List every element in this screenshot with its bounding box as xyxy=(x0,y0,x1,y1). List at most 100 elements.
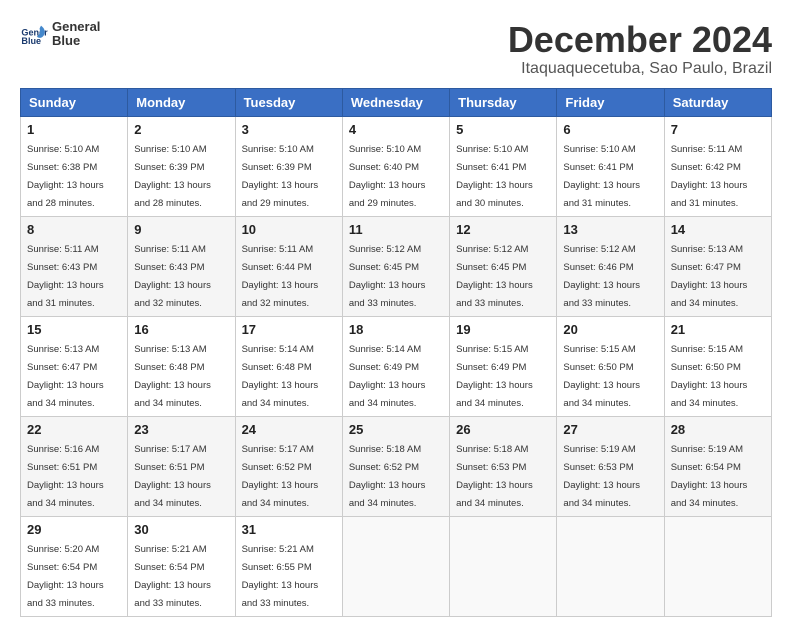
day-info: Sunrise: 5:10 AMSunset: 6:38 PMDaylight:… xyxy=(27,144,104,209)
day-number: 14 xyxy=(671,222,765,237)
calendar-cell: 11 Sunrise: 5:12 AMSunset: 6:45 PMDaylig… xyxy=(342,216,449,316)
calendar-cell: 24 Sunrise: 5:17 AMSunset: 6:52 PMDaylig… xyxy=(235,416,342,516)
calendar-cell: 22 Sunrise: 5:16 AMSunset: 6:51 PMDaylig… xyxy=(21,416,128,516)
calendar-cell xyxy=(664,516,771,616)
calendar-cell: 26 Sunrise: 5:18 AMSunset: 6:53 PMDaylig… xyxy=(450,416,557,516)
weekday-header-monday: Monday xyxy=(128,88,235,116)
calendar-cell: 5 Sunrise: 5:10 AMSunset: 6:41 PMDayligh… xyxy=(450,116,557,216)
calendar-cell: 31 Sunrise: 5:21 AMSunset: 6:55 PMDaylig… xyxy=(235,516,342,616)
day-info: Sunrise: 5:15 AMSunset: 6:49 PMDaylight:… xyxy=(456,344,533,409)
day-number: 17 xyxy=(242,322,336,337)
calendar-cell: 9 Sunrise: 5:11 AMSunset: 6:43 PMDayligh… xyxy=(128,216,235,316)
calendar-cell: 14 Sunrise: 5:13 AMSunset: 6:47 PMDaylig… xyxy=(664,216,771,316)
weekday-header-wednesday: Wednesday xyxy=(342,88,449,116)
day-info: Sunrise: 5:14 AMSunset: 6:48 PMDaylight:… xyxy=(242,344,319,409)
day-info: Sunrise: 5:14 AMSunset: 6:49 PMDaylight:… xyxy=(349,344,426,409)
calendar-week-4: 22 Sunrise: 5:16 AMSunset: 6:51 PMDaylig… xyxy=(21,416,772,516)
calendar-cell: 19 Sunrise: 5:15 AMSunset: 6:49 PMDaylig… xyxy=(450,316,557,416)
day-info: Sunrise: 5:19 AMSunset: 6:53 PMDaylight:… xyxy=(563,444,640,509)
calendar-cell: 28 Sunrise: 5:19 AMSunset: 6:54 PMDaylig… xyxy=(664,416,771,516)
day-info: Sunrise: 5:13 AMSunset: 6:47 PMDaylight:… xyxy=(27,344,104,409)
month-title: December 2024 xyxy=(508,20,772,60)
title-area: December 2024 Itaquaquecetuba, Sao Paulo… xyxy=(508,20,772,78)
day-info: Sunrise: 5:11 AMSunset: 6:42 PMDaylight:… xyxy=(671,144,748,209)
day-number: 31 xyxy=(242,522,336,537)
day-info: Sunrise: 5:11 AMSunset: 6:43 PMDaylight:… xyxy=(134,244,211,309)
calendar-cell: 30 Sunrise: 5:21 AMSunset: 6:54 PMDaylig… xyxy=(128,516,235,616)
calendar-week-1: 1 Sunrise: 5:10 AMSunset: 6:38 PMDayligh… xyxy=(21,116,772,216)
calendar-cell: 8 Sunrise: 5:11 AMSunset: 6:43 PMDayligh… xyxy=(21,216,128,316)
day-info: Sunrise: 5:12 AMSunset: 6:45 PMDaylight:… xyxy=(456,244,533,309)
day-number: 13 xyxy=(563,222,657,237)
day-number: 30 xyxy=(134,522,228,537)
day-info: Sunrise: 5:13 AMSunset: 6:48 PMDaylight:… xyxy=(134,344,211,409)
calendar-cell: 23 Sunrise: 5:17 AMSunset: 6:51 PMDaylig… xyxy=(128,416,235,516)
calendar-cell xyxy=(450,516,557,616)
day-number: 6 xyxy=(563,122,657,137)
day-info: Sunrise: 5:10 AMSunset: 6:40 PMDaylight:… xyxy=(349,144,426,209)
day-number: 28 xyxy=(671,422,765,437)
day-info: Sunrise: 5:18 AMSunset: 6:53 PMDaylight:… xyxy=(456,444,533,509)
day-number: 29 xyxy=(27,522,121,537)
calendar-cell xyxy=(342,516,449,616)
day-number: 16 xyxy=(134,322,228,337)
day-info: Sunrise: 5:15 AMSunset: 6:50 PMDaylight:… xyxy=(563,344,640,409)
calendar-cell xyxy=(557,516,664,616)
day-info: Sunrise: 5:10 AMSunset: 6:39 PMDaylight:… xyxy=(134,144,211,209)
day-number: 22 xyxy=(27,422,121,437)
calendar-table: SundayMondayTuesdayWednesdayThursdayFrid… xyxy=(20,88,772,617)
day-number: 15 xyxy=(27,322,121,337)
day-number: 25 xyxy=(349,422,443,437)
calendar-cell: 7 Sunrise: 5:11 AMSunset: 6:42 PMDayligh… xyxy=(664,116,771,216)
calendar-week-5: 29 Sunrise: 5:20 AMSunset: 6:54 PMDaylig… xyxy=(21,516,772,616)
day-info: Sunrise: 5:18 AMSunset: 6:52 PMDaylight:… xyxy=(349,444,426,509)
calendar-cell: 18 Sunrise: 5:14 AMSunset: 6:49 PMDaylig… xyxy=(342,316,449,416)
calendar-week-2: 8 Sunrise: 5:11 AMSunset: 6:43 PMDayligh… xyxy=(21,216,772,316)
weekday-header-sunday: Sunday xyxy=(21,88,128,116)
calendar-cell: 6 Sunrise: 5:10 AMSunset: 6:41 PMDayligh… xyxy=(557,116,664,216)
logo-line2: Blue xyxy=(52,34,100,48)
calendar-cell: 15 Sunrise: 5:13 AMSunset: 6:47 PMDaylig… xyxy=(21,316,128,416)
calendar-cell: 25 Sunrise: 5:18 AMSunset: 6:52 PMDaylig… xyxy=(342,416,449,516)
day-number: 8 xyxy=(27,222,121,237)
day-number: 11 xyxy=(349,222,443,237)
logo-text: General Blue xyxy=(52,20,100,49)
calendar-cell: 4 Sunrise: 5:10 AMSunset: 6:40 PMDayligh… xyxy=(342,116,449,216)
day-info: Sunrise: 5:19 AMSunset: 6:54 PMDaylight:… xyxy=(671,444,748,509)
day-info: Sunrise: 5:17 AMSunset: 6:51 PMDaylight:… xyxy=(134,444,211,509)
day-info: Sunrise: 5:21 AMSunset: 6:55 PMDaylight:… xyxy=(242,544,319,609)
calendar-cell: 1 Sunrise: 5:10 AMSunset: 6:38 PMDayligh… xyxy=(21,116,128,216)
page-header: General Blue General Blue December 2024 … xyxy=(20,20,772,78)
day-info: Sunrise: 5:15 AMSunset: 6:50 PMDaylight:… xyxy=(671,344,748,409)
day-info: Sunrise: 5:10 AMSunset: 6:41 PMDaylight:… xyxy=(563,144,640,209)
calendar-cell: 21 Sunrise: 5:15 AMSunset: 6:50 PMDaylig… xyxy=(664,316,771,416)
calendar-body: 1 Sunrise: 5:10 AMSunset: 6:38 PMDayligh… xyxy=(21,116,772,616)
calendar-cell: 12 Sunrise: 5:12 AMSunset: 6:45 PMDaylig… xyxy=(450,216,557,316)
day-info: Sunrise: 5:10 AMSunset: 6:41 PMDaylight:… xyxy=(456,144,533,209)
calendar-week-3: 15 Sunrise: 5:13 AMSunset: 6:47 PMDaylig… xyxy=(21,316,772,416)
day-number: 4 xyxy=(349,122,443,137)
weekday-header-row: SundayMondayTuesdayWednesdayThursdayFrid… xyxy=(21,88,772,116)
day-info: Sunrise: 5:11 AMSunset: 6:44 PMDaylight:… xyxy=(242,244,319,309)
day-number: 3 xyxy=(242,122,336,137)
day-number: 24 xyxy=(242,422,336,437)
day-info: Sunrise: 5:11 AMSunset: 6:43 PMDaylight:… xyxy=(27,244,104,309)
day-info: Sunrise: 5:10 AMSunset: 6:39 PMDaylight:… xyxy=(242,144,319,209)
calendar-cell: 29 Sunrise: 5:20 AMSunset: 6:54 PMDaylig… xyxy=(21,516,128,616)
location: Itaquaquecetuba, Sao Paulo, Brazil xyxy=(508,60,772,78)
weekday-header-thursday: Thursday xyxy=(450,88,557,116)
calendar-cell: 2 Sunrise: 5:10 AMSunset: 6:39 PMDayligh… xyxy=(128,116,235,216)
logo-line1: General xyxy=(52,20,100,34)
day-number: 26 xyxy=(456,422,550,437)
day-number: 23 xyxy=(134,422,228,437)
day-number: 9 xyxy=(134,222,228,237)
calendar-cell: 3 Sunrise: 5:10 AMSunset: 6:39 PMDayligh… xyxy=(235,116,342,216)
day-info: Sunrise: 5:12 AMSunset: 6:46 PMDaylight:… xyxy=(563,244,640,309)
day-number: 12 xyxy=(456,222,550,237)
day-number: 1 xyxy=(27,122,121,137)
day-number: 19 xyxy=(456,322,550,337)
day-number: 10 xyxy=(242,222,336,237)
day-number: 20 xyxy=(563,322,657,337)
day-info: Sunrise: 5:17 AMSunset: 6:52 PMDaylight:… xyxy=(242,444,319,509)
calendar-cell: 16 Sunrise: 5:13 AMSunset: 6:48 PMDaylig… xyxy=(128,316,235,416)
